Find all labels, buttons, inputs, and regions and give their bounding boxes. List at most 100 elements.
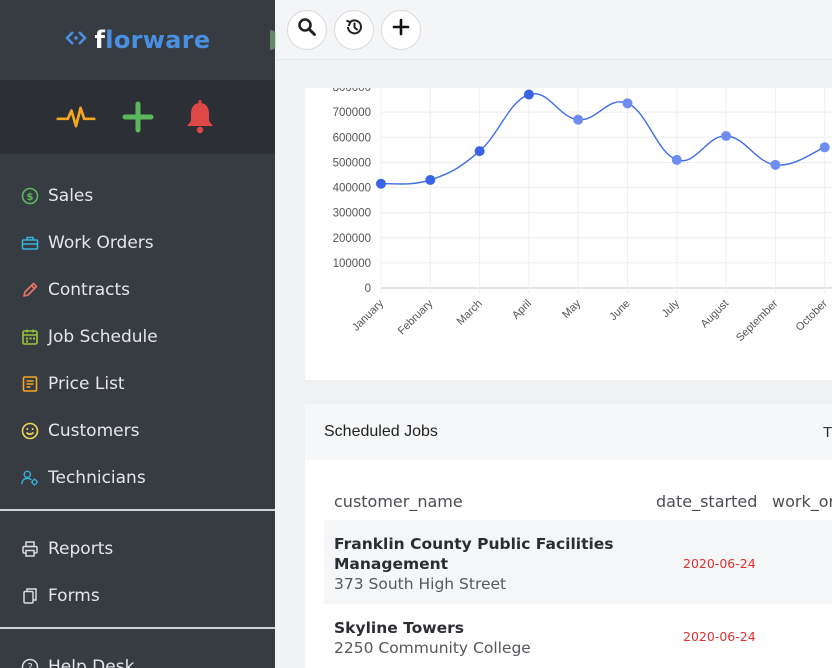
- card-gap: [305, 380, 832, 404]
- data-point[interactable]: [573, 114, 584, 125]
- sidebar-item-label: Price List: [48, 373, 125, 394]
- brand-name: florware: [94, 26, 211, 54]
- sidebar-item-forms[interactable]: Forms: [0, 572, 275, 619]
- bell-icon[interactable]: [180, 97, 220, 137]
- table-row[interactable]: Skyline Towers 2250 Community College 20…: [324, 604, 832, 668]
- sales-chart-card: 0 100000 200000 300000 400000 500000 600000 700…: [305, 88, 832, 380]
- sidebar-item-help-desk[interactable]: ? Help Desk: [0, 643, 275, 668]
- data-point[interactable]: [721, 130, 732, 141]
- x-tick-label: September: [734, 297, 781, 344]
- y-tick-label: 0: [365, 283, 371, 295]
- jobs-title: Scheduled Jobs: [324, 423, 438, 440]
- logo-chevrons-icon: [64, 29, 87, 52]
- sidebar-item-label: Technicians: [48, 467, 146, 488]
- date-started: 2020-06-24: [683, 556, 756, 571]
- data-point[interactable]: [671, 154, 682, 165]
- sidebar-item-label: Work Orders: [48, 232, 154, 253]
- sidebar-nav: $ Sales Work Orders Contracts Job Schedu…: [0, 154, 275, 501]
- table-row[interactable]: Franklin County Public Facilities Manage…: [324, 520, 832, 604]
- pencil-icon: [21, 281, 39, 299]
- sidebar-item-label: Job Schedule: [48, 326, 158, 347]
- column-header-customer-name[interactable]: customer_name: [334, 492, 463, 511]
- add-button[interactable]: [381, 9, 421, 50]
- sidebar-divider: [0, 509, 275, 511]
- sidebar-item-reports[interactable]: Reports: [0, 525, 275, 572]
- customer-address: 373 South High Street: [334, 575, 507, 593]
- sidebar-item-technicians[interactable]: Technicians: [0, 454, 275, 501]
- sidebar-item-label: Reports: [48, 538, 114, 559]
- plus-icon: [392, 18, 410, 41]
- x-tick-label: March: [455, 298, 485, 328]
- svg-text:?: ?: [27, 662, 33, 668]
- sidebar-secondary-nav: Reports Forms: [0, 519, 275, 619]
- sidebar-divider: [0, 627, 275, 629]
- sidebar-item-label: Customers: [48, 420, 140, 441]
- data-point[interactable]: [770, 159, 781, 170]
- y-tick-label: 200000: [333, 233, 371, 245]
- sidebar-item-label: Contracts: [48, 279, 130, 300]
- x-tick-label: July: [660, 297, 683, 320]
- y-tick-label: 600000: [333, 132, 371, 144]
- brand-logo[interactable]: florware: [0, 0, 275, 80]
- data-point[interactable]: [523, 89, 534, 100]
- customer-address: 2250 Community College: [334, 639, 531, 657]
- data-point[interactable]: [622, 98, 633, 109]
- sidebar: florware $ Sales Work Orders Contracts J…: [0, 0, 275, 668]
- y-tick-label: 700000: [333, 107, 371, 119]
- data-point[interactable]: [819, 142, 830, 153]
- sidebar-item-label: Forms: [48, 585, 100, 606]
- x-tick-label: February: [396, 297, 436, 337]
- jobs-table-header: customer_name date_started work_or: [305, 460, 832, 520]
- help-icon: ?: [21, 658, 39, 668]
- y-tick-label: 800000: [333, 88, 371, 94]
- data-point[interactable]: [425, 174, 436, 185]
- x-tick-label: October: [794, 297, 830, 333]
- activity-icon[interactable]: [55, 97, 96, 137]
- history-icon: [344, 17, 364, 42]
- x-tick-label: June: [607, 298, 632, 323]
- smile-icon: [21, 422, 39, 440]
- svg-text:$: $: [27, 192, 34, 203]
- sidebar-item-work-orders[interactable]: Work Orders: [0, 219, 275, 266]
- list-icon: [21, 375, 39, 393]
- sidebar-item-contracts[interactable]: Contracts: [0, 266, 275, 313]
- toolbox-icon: [21, 234, 39, 252]
- series-line: [380, 92, 825, 185]
- jobs-header-right-label[interactable]: T: [823, 424, 832, 441]
- x-tick-label: August: [699, 298, 732, 331]
- y-tick-label: 100000: [333, 258, 371, 270]
- column-header-work-order[interactable]: work_or: [772, 492, 832, 511]
- x-tick-label: May: [560, 297, 584, 321]
- search-icon: [297, 17, 317, 42]
- sales-line-chart: 0 100000 200000 300000 400000 500000 600000 700…: [333, 88, 832, 344]
- jobs-header: Scheduled Jobs T: [305, 404, 832, 460]
- copy-icon: [21, 587, 39, 605]
- sidebar-footer-nav: ? Help Desk: [0, 637, 275, 668]
- sidebar-item-customers[interactable]: Customers: [0, 407, 275, 454]
- sidebar-item-job-schedule[interactable]: Job Schedule: [0, 313, 275, 360]
- sidebar-item-label: Sales: [48, 185, 94, 206]
- dollar-icon: $: [21, 187, 39, 205]
- y-tick-label: 500000: [333, 157, 371, 169]
- date-started: 2020-06-24: [683, 629, 756, 644]
- calendar-icon: [21, 328, 39, 346]
- sidebar-item-price-list[interactable]: Price List: [0, 360, 275, 407]
- customer-name: Franklin County Public Facilities Manage…: [334, 535, 614, 573]
- search-button[interactable]: [287, 9, 327, 50]
- column-header-date-started[interactable]: date_started: [656, 492, 757, 511]
- printer-icon: [21, 540, 39, 558]
- customer-name: Skyline Towers: [334, 619, 465, 637]
- y-tick-label: 400000: [333, 183, 371, 195]
- x-tick-label: April: [510, 298, 534, 322]
- scheduled-jobs-card: Scheduled Jobs T customer_name date_star…: [305, 404, 832, 668]
- y-tick-label: 300000: [333, 208, 371, 220]
- users-gear-icon: [21, 469, 39, 487]
- data-point[interactable]: [474, 146, 485, 157]
- sidebar-item-label: Help Desk: [48, 656, 135, 668]
- history-button[interactable]: [334, 9, 374, 50]
- top-toolbar: [276, 0, 832, 60]
- plus-icon[interactable]: [118, 97, 158, 137]
- data-point[interactable]: [376, 178, 386, 189]
- quick-actions: [0, 80, 275, 154]
- sidebar-item-sales[interactable]: $ Sales: [0, 172, 275, 219]
